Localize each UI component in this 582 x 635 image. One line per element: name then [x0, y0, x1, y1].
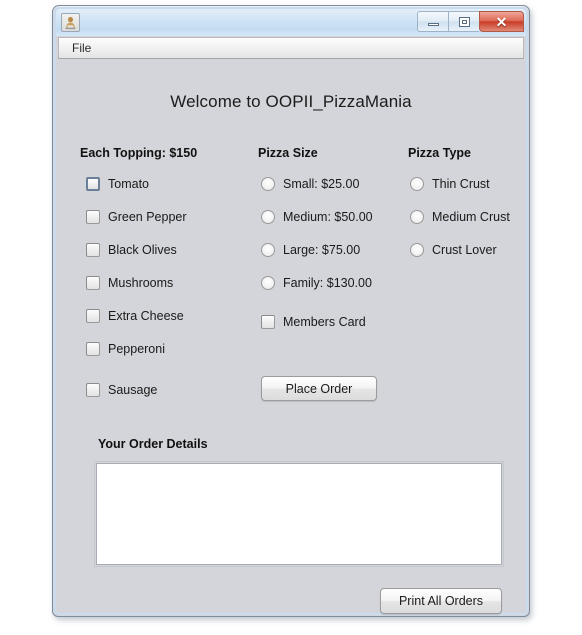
checkbox-icon[interactable]	[86, 243, 100, 257]
checkbox-label: Tomato	[108, 177, 149, 191]
checkbox-label: Extra Cheese	[108, 309, 184, 323]
checkbox-sausage[interactable]: Sausage	[86, 381, 157, 399]
radio-label: Small: $25.00	[283, 177, 360, 191]
radio-icon[interactable]	[261, 210, 275, 224]
title-bar[interactable]: ✕	[56, 9, 526, 36]
radio-type-medium-crust[interactable]: Medium Crust	[410, 208, 510, 226]
print-all-orders-button[interactable]: Print All Orders	[380, 588, 502, 614]
radio-size-large[interactable]: Large: $75.00	[261, 241, 360, 259]
order-details-label: Your Order Details	[98, 437, 208, 451]
checkbox-label: Pepperoni	[108, 342, 165, 356]
screen: ✕ File Welcome to OOPII_PizzaMania Each …	[0, 0, 582, 635]
close-icon: ✕	[495, 13, 508, 30]
maximize-button[interactable]	[448, 11, 479, 32]
checkbox-label: Black Olives	[108, 243, 177, 257]
radio-label: Thin Crust	[432, 177, 490, 191]
application-window: ✕ File Welcome to OOPII_PizzaMania Each …	[52, 5, 530, 617]
radio-icon[interactable]	[261, 177, 275, 191]
radio-label: Medium: $50.00	[283, 210, 373, 224]
checkbox-icon[interactable]	[86, 309, 100, 323]
menu-bar: File	[58, 37, 524, 59]
minimize-button[interactable]	[417, 11, 448, 32]
place-order-button[interactable]: Place Order	[261, 376, 377, 401]
radio-size-family[interactable]: Family: $130.00	[261, 274, 372, 292]
window-controls: ✕	[417, 11, 524, 32]
checkbox-label: Sausage	[108, 383, 158, 397]
java-duke-icon	[61, 13, 80, 32]
checkbox-extra-cheese[interactable]: Extra Cheese	[86, 307, 184, 325]
checkbox-label: Green Pepper	[108, 210, 187, 224]
checkbox-icon[interactable]	[86, 177, 100, 191]
checkbox-tomato[interactable]: Tomato	[86, 175, 149, 193]
minimize-icon	[427, 22, 439, 26]
radio-label: Medium Crust	[432, 210, 510, 224]
checkbox-icon[interactable]	[86, 276, 100, 290]
radio-icon[interactable]	[261, 243, 275, 257]
radio-icon[interactable]	[261, 276, 275, 290]
menu-item-file[interactable]: File	[68, 40, 95, 56]
radio-label: Crust Lover	[432, 243, 497, 257]
radio-icon[interactable]	[410, 177, 424, 191]
radio-label: Family: $130.00	[283, 276, 372, 290]
checkbox-icon[interactable]	[86, 342, 100, 356]
checkbox-green-pepper[interactable]: Green Pepper	[86, 208, 187, 226]
checkbox-mushrooms[interactable]: Mushrooms	[86, 274, 173, 292]
type-column-header: Pizza Type	[408, 146, 471, 160]
checkbox-members-card[interactable]: Members Card	[261, 313, 366, 331]
radio-icon[interactable]	[410, 210, 424, 224]
order-details-textarea[interactable]	[94, 461, 504, 567]
page-title: Welcome to OOPII_PizzaMania	[170, 92, 412, 111]
checkbox-label: Mushrooms	[108, 276, 174, 290]
toppings-column-header: Each Topping: $150	[80, 146, 198, 160]
maximize-icon	[458, 16, 470, 27]
main-panel: Welcome to OOPII_PizzaMania Each Topping…	[58, 59, 524, 614]
size-column-header: Pizza Size	[258, 146, 318, 160]
radio-icon[interactable]	[410, 243, 424, 257]
checkbox-icon[interactable]	[261, 315, 275, 329]
radio-type-crust-lover[interactable]: Crust Lover	[410, 241, 497, 259]
radio-size-medium[interactable]: Medium: $50.00	[261, 208, 373, 226]
checkbox-label: Members Card	[283, 315, 366, 329]
radio-type-thin-crust[interactable]: Thin Crust	[410, 175, 490, 193]
checkbox-icon[interactable]	[86, 210, 100, 224]
checkbox-icon[interactable]	[86, 383, 100, 397]
radio-size-small[interactable]: Small: $25.00	[261, 175, 359, 193]
checkbox-black-olives[interactable]: Black Olives	[86, 241, 177, 259]
checkbox-pepperoni[interactable]: Pepperoni	[86, 340, 165, 358]
close-button[interactable]: ✕	[479, 11, 524, 32]
radio-label: Large: $75.00	[283, 243, 361, 257]
